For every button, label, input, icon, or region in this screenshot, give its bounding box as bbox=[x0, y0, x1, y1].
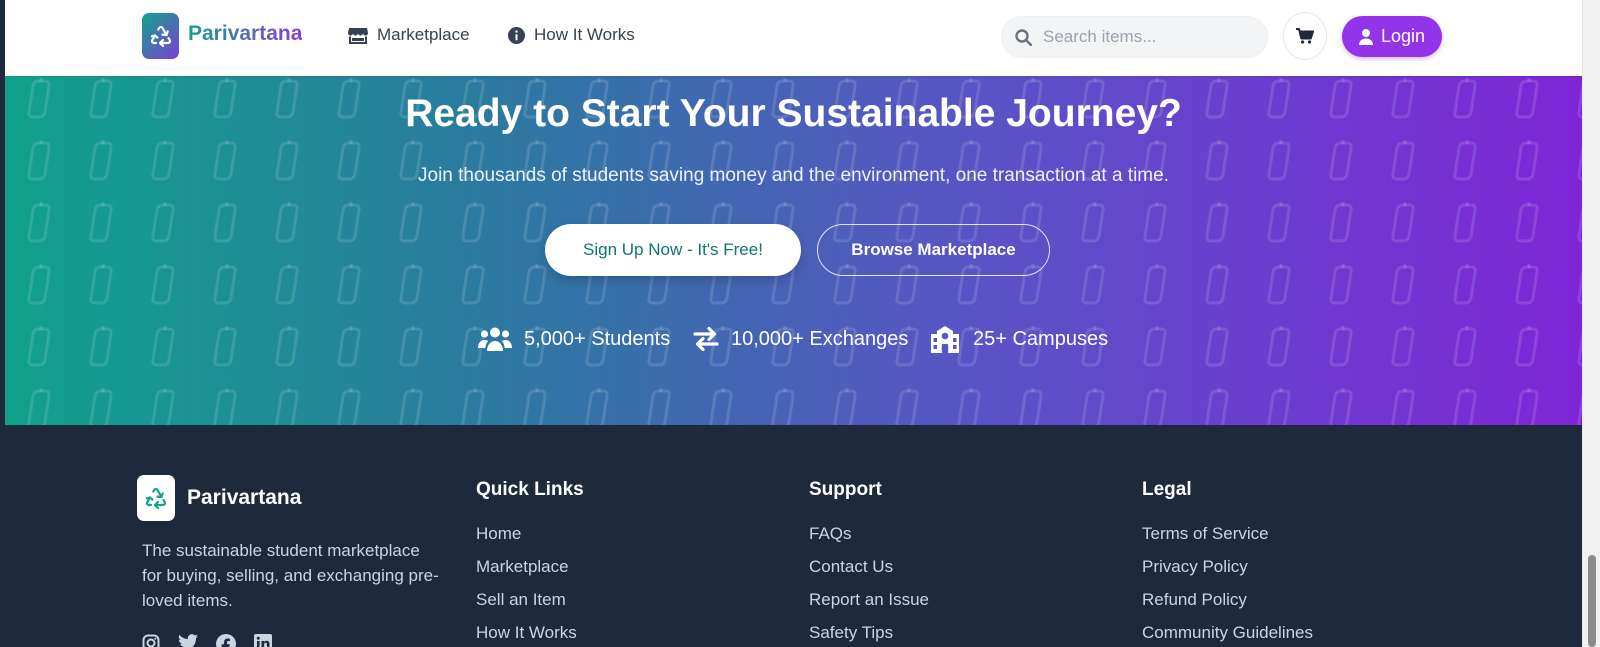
login-label: Login bbox=[1380, 26, 1426, 46]
site-header: Parivartana Marketplace How It Works Log… bbox=[5, 0, 1582, 76]
footer-link-safety-tips[interactable]: Safety Tips bbox=[809, 622, 929, 647]
footer-link-contact[interactable]: Contact Us bbox=[809, 556, 929, 589]
footer-link-guidelines[interactable]: Community Guidelines bbox=[1142, 622, 1313, 647]
page-scrollbar[interactable] bbox=[1582, 0, 1600, 647]
browse-marketplace-button[interactable]: Browse Marketplace bbox=[817, 224, 1050, 276]
linkedin-icon[interactable] bbox=[254, 634, 272, 647]
info-circle-icon bbox=[508, 26, 525, 44]
footer-col-legal: Legal Terms of Service Privacy Policy Re… bbox=[1142, 479, 1313, 647]
stat-exchanges: 10,000+ Exchanges bbox=[693, 326, 908, 352]
nav-how-it-works[interactable]: How It Works bbox=[508, 25, 635, 45]
recycle-icon bbox=[150, 25, 171, 48]
search-bar[interactable] bbox=[1001, 16, 1268, 58]
sign-up-button[interactable]: Sign Up Now - It's Free! bbox=[545, 224, 801, 276]
footer-brand-name: Parivartana bbox=[187, 486, 302, 509]
footer-link-home[interactable]: Home bbox=[476, 523, 584, 556]
footer-link-marketplace[interactable]: Marketplace bbox=[476, 556, 584, 589]
footer-link-faqs[interactable]: FAQs bbox=[809, 523, 929, 556]
stat-campuses: 25+ Campuses bbox=[929, 326, 1108, 353]
nav-marketplace[interactable]: Marketplace bbox=[348, 25, 470, 45]
social-links bbox=[142, 634, 290, 647]
footer-description: The sustainable student marketplace for … bbox=[142, 541, 439, 610]
footer-logo[interactable] bbox=[137, 475, 175, 521]
footer-link-sell-item[interactable]: Sell an Item bbox=[476, 589, 584, 622]
twitter-icon[interactable] bbox=[178, 634, 198, 647]
hero-title: Ready to Start Your Sustainable Journey? bbox=[405, 92, 1182, 135]
recycle-icon bbox=[145, 487, 167, 510]
logo[interactable] bbox=[142, 13, 179, 59]
stat-label: 25+ Campuses bbox=[973, 328, 1109, 350]
search-icon bbox=[1015, 28, 1032, 46]
footer-link-how-it-works[interactable]: How It Works bbox=[476, 622, 584, 647]
users-icon bbox=[478, 327, 512, 351]
store-icon bbox=[348, 27, 368, 44]
footer-col-title: Support bbox=[809, 479, 882, 500]
footer-link-refund[interactable]: Refund Policy bbox=[1142, 589, 1313, 622]
cart-button[interactable] bbox=[1283, 12, 1327, 60]
footer-col-title: Quick Links bbox=[476, 479, 584, 500]
nav-label: Marketplace bbox=[377, 25, 470, 44]
exchange-icon bbox=[693, 326, 719, 352]
facebook-icon[interactable] bbox=[216, 634, 236, 647]
user-icon bbox=[1358, 28, 1373, 45]
stat-label: 10,000+ Exchanges bbox=[731, 327, 909, 350]
hero-subtitle: Join thousands of students saving money … bbox=[418, 165, 1169, 186]
stat-label: 5,000+ Students bbox=[524, 327, 671, 350]
nav-label: How It Works bbox=[534, 25, 635, 44]
school-icon bbox=[931, 326, 959, 353]
login-button[interactable]: Login bbox=[1342, 16, 1442, 57]
scrollbar-thumb[interactable] bbox=[1588, 555, 1596, 647]
cart-icon bbox=[1296, 28, 1314, 44]
footer-link-report-issue[interactable]: Report an Issue bbox=[809, 589, 929, 622]
footer-link-privacy[interactable]: Privacy Policy bbox=[1142, 556, 1313, 589]
footer-col-title: Legal bbox=[1142, 479, 1192, 500]
brand-name[interactable]: Parivartana bbox=[188, 22, 302, 46]
stat-students: 5,000+ Students bbox=[478, 326, 670, 352]
footer-col-quick-links: Quick Links Home Marketplace Sell an Ite… bbox=[476, 479, 584, 647]
cta-hero-section: Ready to Start Your Sustainable Journey?… bbox=[5, 76, 1582, 425]
window-edge bbox=[0, 0, 5, 647]
instagram-icon[interactable] bbox=[142, 634, 160, 647]
footer-link-terms[interactable]: Terms of Service bbox=[1142, 523, 1313, 556]
site-footer bbox=[5, 425, 1582, 647]
footer-col-support: Support FAQs Contact Us Report an Issue … bbox=[809, 479, 929, 647]
search-input[interactable] bbox=[1043, 27, 1253, 47]
